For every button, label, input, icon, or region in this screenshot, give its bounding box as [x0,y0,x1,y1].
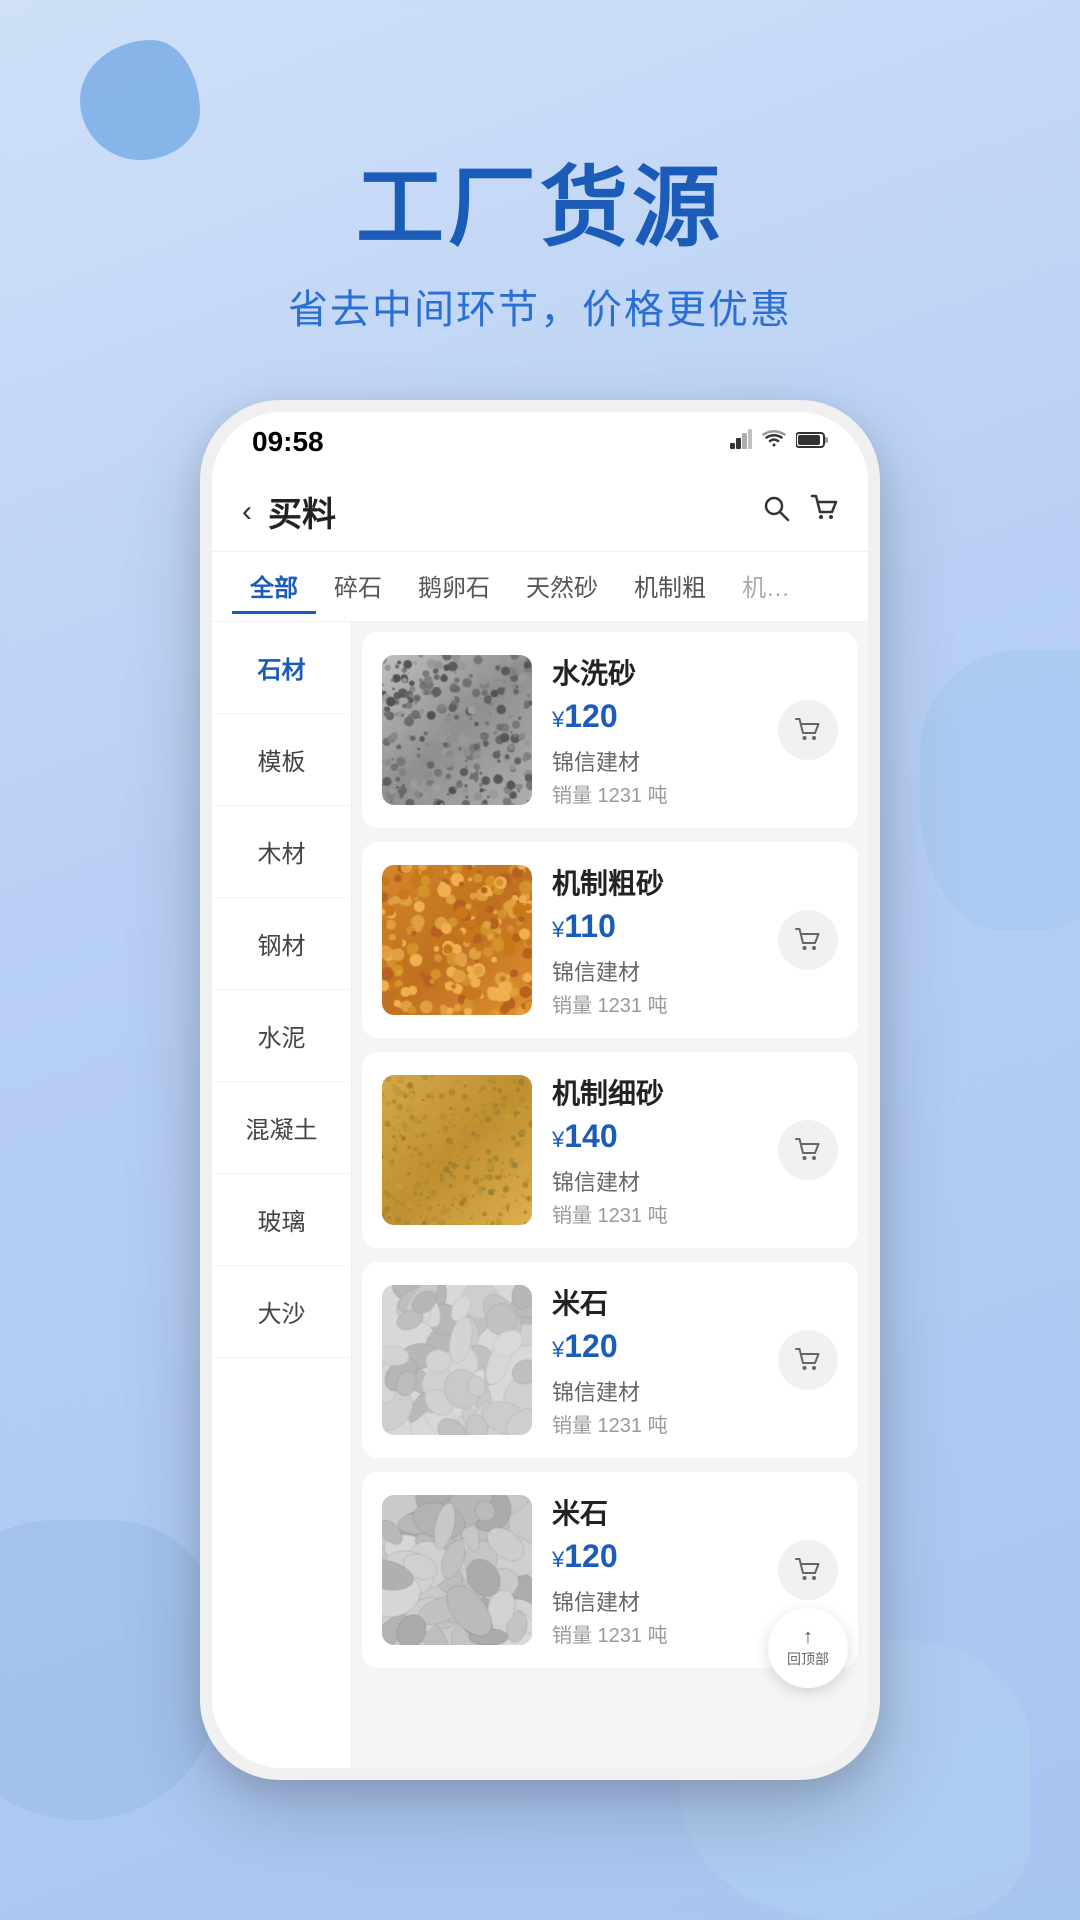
sidebar: 石材 模板 木材 钢材 水泥 混凝土 玻璃 大沙 [212,622,352,1768]
wifi-icon [762,429,786,455]
sidebar-item-cement[interactable]: 水泥 [212,990,351,1082]
product-image-4 [382,1285,532,1435]
product-seller-2: 锦信建材 [552,955,758,987]
status-icons [730,429,828,455]
product-image-5 [382,1495,532,1645]
hero-title: 工厂货源 [0,160,1080,257]
product-price-2: ¥110 [552,908,758,945]
product-info-3: 机制细砂 ¥140 锦信建材 销量 1231 吨 [552,1072,758,1228]
phone-inner: 09:58 [212,412,868,1768]
sidebar-item-wood[interactable]: 木材 [212,806,351,898]
blob-bottom-left [0,1520,220,1820]
product-name-4: 米石 [552,1282,758,1322]
add-to-cart-3[interactable] [778,1120,838,1180]
product-sales-1: 销量 1231 吨 [552,779,758,808]
product-card[interactable]: 水洗砂 ¥120 锦信建材 销量 1231 吨 [362,632,858,828]
product-seller-4: 锦信建材 [552,1375,758,1407]
sidebar-item-steel[interactable]: 钢材 [212,898,351,990]
cart-button[interactable] [810,494,838,530]
hero-subtitle: 省去中间环节，价格更优惠 [0,277,1080,335]
product-list: 水洗砂 ¥120 锦信建材 销量 1231 吨 [352,622,868,1768]
sidebar-item-sand[interactable]: 大沙 [212,1266,351,1358]
product-price-3: ¥140 [552,1118,758,1155]
tab-natural-sand[interactable]: 天然砂 [508,560,616,614]
product-seller-1: 锦信建材 [552,745,758,777]
nav-title: 买料 [268,487,762,536]
product-name-5: 米石 [552,1492,758,1532]
product-name-3: 机制细砂 [552,1072,758,1112]
hero-section: 工厂货源 省去中间环节，价格更优惠 [0,160,1080,335]
product-info-5: 米石 ¥120 锦信建材 销量 1231 吨 [552,1492,758,1648]
tab-machine-coarse[interactable]: 机制粗 [616,560,724,614]
blob-top-left [80,40,200,160]
product-image-3 [382,1075,532,1225]
product-image-2 [382,865,532,1015]
phone-mockup: 09:58 [200,400,880,1780]
add-to-cart-4[interactable] [778,1330,838,1390]
nav-actions [762,494,838,530]
tab-more[interactable]: 机… [724,560,808,614]
tab-crushed-stone[interactable]: 碎石 [316,560,400,614]
add-to-cart-1[interactable] [778,700,838,760]
product-sales-5: 销量 1231 吨 [552,1619,758,1648]
phone-outer: 09:58 [200,400,880,1780]
search-button[interactable] [762,494,790,530]
product-info-2: 机制粗砂 ¥110 锦信建材 销量 1231 吨 [552,862,758,1018]
product-name-2: 机制粗砂 [552,862,758,902]
product-card[interactable]: 机制细砂 ¥140 锦信建材 销量 1231 吨 [362,1052,858,1248]
category-tabs: 全部 碎石 鹅卵石 天然砂 机制粗 机… [212,552,868,622]
product-image-1 [382,655,532,805]
sidebar-item-glass[interactable]: 玻璃 [212,1174,351,1266]
add-to-cart-5[interactable] [778,1540,838,1600]
back-to-top-label: 回顶部 [787,1649,829,1669]
blob-right-mid [920,650,1080,930]
currency-1: ¥ [552,707,564,732]
sidebar-item-stone[interactable]: 石材 [212,622,351,714]
back-to-top-button[interactable]: ↑ 回顶部 [768,1608,848,1688]
product-card[interactable]: 米石 ¥120 锦信建材 销量 1231 吨 [362,1262,858,1458]
sidebar-item-concrete[interactable]: 混凝土 [212,1082,351,1174]
status-time: 09:58 [252,426,324,458]
nav-bar: ‹ 买料 [212,472,868,552]
product-info-1: 水洗砂 ¥120 锦信建材 销量 1231 吨 [552,652,758,808]
product-info-4: 米石 ¥120 锦信建材 销量 1231 吨 [552,1282,758,1438]
main-content: 石材 模板 木材 钢材 水泥 混凝土 玻璃 大沙 [212,622,868,1768]
product-price-4: ¥120 [552,1328,758,1365]
product-card[interactable]: 机制粗砂 ¥110 锦信建材 销量 1231 吨 [362,842,858,1038]
status-bar: 09:58 [212,412,868,472]
product-seller-5: 锦信建材 [552,1585,758,1617]
add-to-cart-2[interactable] [778,910,838,970]
product-price-1: ¥120 [552,698,758,735]
back-button[interactable]: ‹ [242,495,252,529]
product-name-1: 水洗砂 [552,652,758,692]
tab-pebble[interactable]: 鹅卵石 [400,560,508,614]
product-price-5: ¥120 [552,1538,758,1575]
back-to-top-arrow: ↑ [803,1627,813,1647]
signal-icon [730,429,752,455]
tab-all[interactable]: 全部 [232,560,316,614]
battery-icon [796,431,828,454]
product-sales-4: 销量 1231 吨 [552,1409,758,1438]
product-sales-2: 销量 1231 吨 [552,989,758,1018]
product-sales-3: 销量 1231 吨 [552,1199,758,1228]
sidebar-item-formwork[interactable]: 模板 [212,714,351,806]
product-seller-3: 锦信建材 [552,1165,758,1197]
